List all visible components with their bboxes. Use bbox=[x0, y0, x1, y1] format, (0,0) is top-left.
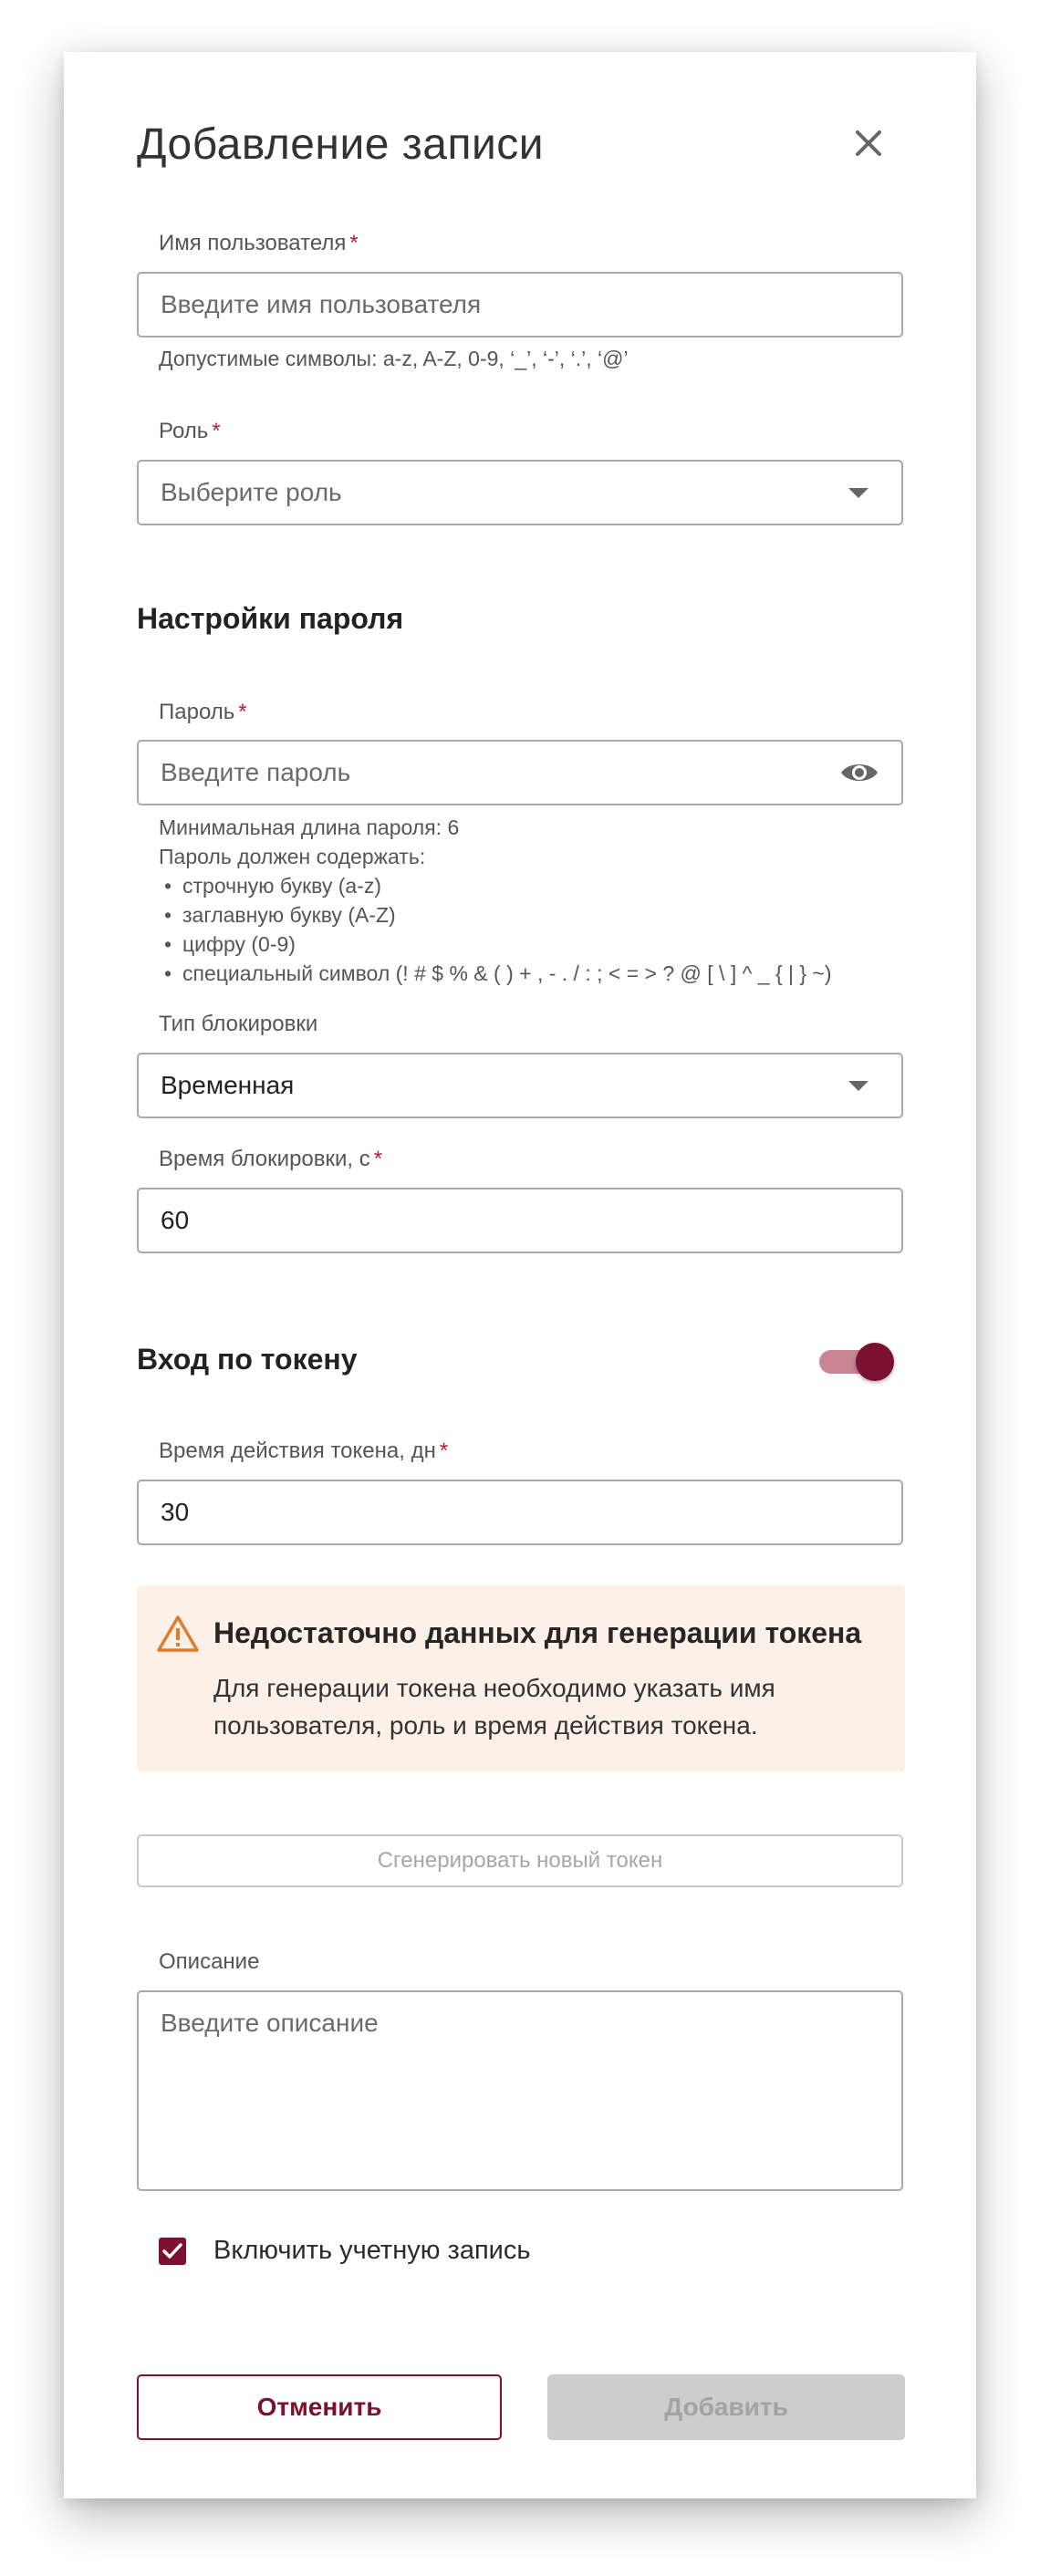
password-label: Пароль * bbox=[159, 700, 247, 724]
required-mark: * bbox=[349, 231, 359, 255]
token-ttl-label: Время действия токена, дн * bbox=[159, 1439, 449, 1463]
list-item: строчную букву (a-z) bbox=[159, 871, 832, 900]
chevron-down-icon bbox=[848, 487, 868, 498]
role-placeholder: Выберите роль bbox=[161, 478, 342, 506]
alert-title: Недостаточно данных для генерации токена bbox=[213, 1616, 862, 1649]
chevron-down-icon bbox=[848, 1080, 868, 1091]
token-login-toggle[interactable] bbox=[819, 1337, 896, 1385]
description-label: Описание bbox=[159, 1949, 260, 1974]
required-mark: * bbox=[238, 700, 247, 724]
list-item: цифру (0-9) bbox=[159, 930, 832, 959]
password-min-length-hint: Минимальная длина пароля: 6 bbox=[159, 815, 460, 839]
check-icon bbox=[162, 2243, 182, 2259]
lock-time-label: Время блокировки, с * bbox=[159, 1147, 383, 1171]
eye-icon[interactable] bbox=[839, 759, 879, 786]
enable-account-checkbox[interactable] bbox=[159, 2238, 186, 2265]
required-mark: * bbox=[373, 1147, 383, 1171]
lock-time-input[interactable]: 60 bbox=[137, 1188, 903, 1253]
token-login-heading: Вход по токену bbox=[137, 1343, 358, 1376]
lock-type-label: Тип блокировки bbox=[159, 1012, 318, 1036]
required-mark: * bbox=[212, 419, 221, 443]
description-textarea[interactable]: Введите описание bbox=[137, 1990, 903, 2191]
role-label: Роль * bbox=[159, 419, 221, 443]
password-must-contain-hint: Пароль должен содержать: bbox=[159, 845, 426, 868]
description-placeholder: Введите описание bbox=[161, 2009, 379, 2037]
username-hint: Допустимые символы: a-z, A-Z, 0-9, ‘_’, … bbox=[159, 347, 629, 370]
password-settings-heading: Настройки пароля bbox=[137, 602, 404, 635]
token-ttl-input[interactable]: 30 bbox=[137, 1480, 903, 1545]
lock-time-value: 60 bbox=[161, 1206, 190, 1234]
cancel-button[interactable]: Отменить bbox=[137, 2374, 502, 2440]
password-input[interactable]: Введите пароль bbox=[137, 740, 903, 805]
dialog-title: Добавление записи bbox=[137, 120, 545, 169]
username-input[interactable]: Введите имя пользователя bbox=[137, 272, 903, 338]
username-placeholder: Введите имя пользователя bbox=[161, 290, 482, 318]
password-requirements-list: строчную букву (a-z) заглавную букву (A-… bbox=[159, 871, 832, 988]
close-icon[interactable] bbox=[850, 125, 887, 161]
warning-icon bbox=[157, 1615, 199, 1657]
token-ttl-value: 30 bbox=[161, 1498, 190, 1526]
required-mark: * bbox=[439, 1439, 449, 1463]
add-button[interactable]: Добавить bbox=[547, 2374, 905, 2440]
password-placeholder: Введите пароль bbox=[161, 758, 351, 786]
list-item: заглавную букву (A-Z) bbox=[159, 900, 832, 930]
toggle-thumb bbox=[856, 1343, 894, 1381]
alert-text: Для генерации токена необходимо указать … bbox=[213, 1674, 775, 1740]
role-select[interactable]: Выберите роль bbox=[137, 460, 903, 525]
lock-type-select[interactable]: Временная bbox=[137, 1053, 903, 1118]
add-record-dialog: Добавление записи Имя пользователя * Введ… bbox=[64, 52, 976, 2498]
token-warning-alert: Недостаточно данных для генерации токена… bbox=[137, 1585, 905, 1771]
lock-type-value: Временная bbox=[161, 1071, 295, 1099]
generate-token-button[interactable]: Сгенерировать новый токен bbox=[137, 1834, 903, 1887]
enable-account-label[interactable]: Включить учетную запись bbox=[213, 2236, 530, 2266]
list-item: специальный символ (! # $ % & ( ) + , - … bbox=[159, 959, 832, 988]
username-label: Имя пользователя * bbox=[159, 231, 359, 255]
